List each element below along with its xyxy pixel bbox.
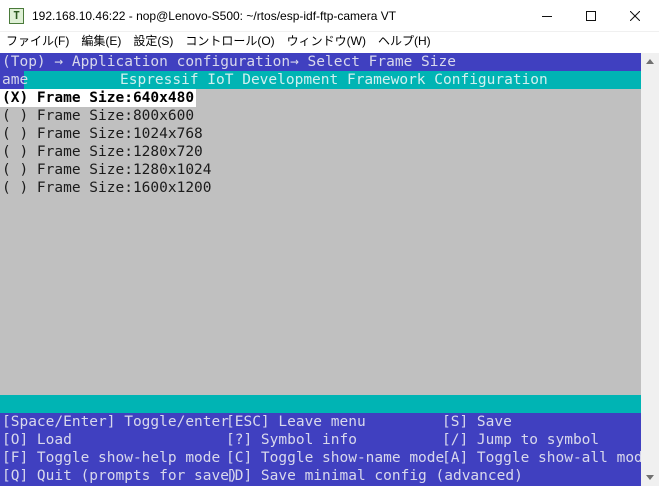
menu-control[interactable]: コントロール(O) [179,32,280,51]
help-save: [S] Save [442,414,512,430]
config-header: ame Espressif IoT Development Framework … [0,71,641,89]
scroll-down-button[interactable] [641,469,659,486]
vertical-scrollbar[interactable] [641,53,659,486]
close-icon [630,11,640,21]
menu-window[interactable]: ウィンドウ(W) [281,32,372,51]
help-toggle-enter: [Space/Enter] Toggle/enter [2,414,229,430]
config-title: Espressif IoT Development Framework Conf… [120,72,548,88]
help-jump-to-symbol: [/] Jump to symbol [442,432,600,448]
option-frame-size-1024x768[interactable]: ( ) Frame Size:1024x768 [0,125,203,143]
help-show-help-mode: [F] Toggle show-help mode [2,450,221,466]
help-show-all-mode: [A] Toggle show-all mode [442,450,641,466]
divider-bar [0,395,641,413]
terminal-screen[interactable]: (Top) → Application configuration→ Selec… [0,53,641,486]
terminal-app-icon[interactable]: T [9,8,24,24]
window-title: 192.168.10.46:22 - nop@Lenovo-S500: ~/rt… [32,9,397,23]
chevron-up-icon [646,59,654,64]
help-save-minimal: [D] Save minimal config (advanced) [226,468,523,484]
maximize-icon [586,11,596,21]
chevron-down-icon [646,475,654,480]
option-frame-size-1280x1024[interactable]: ( ) Frame Size:1280x1024 [0,161,212,179]
help-load: [O] Load [2,432,72,448]
help-symbol-info: [?] Symbol info [226,432,357,448]
scroll-up-button[interactable] [641,53,659,70]
minimize-icon [542,16,552,17]
option-frame-size-1600x1200[interactable]: ( ) Frame Size:1600x1200 [0,179,212,197]
help-panel: [Space/Enter] Toggle/enter [ESC] Leave m… [0,413,641,486]
help-leave-menu: [ESC] Leave menu [226,414,366,430]
option-frame-size-640x480[interactable]: (X) Frame Size:640x480 [0,89,197,107]
help-quit: [Q] Quit (prompts for save) [2,468,238,484]
help-show-name-mode: [C] Toggle show-name mode [226,450,445,466]
minimize-button[interactable] [525,0,569,32]
menu-edit[interactable]: 編集(E) [75,32,127,51]
menu-bar: ファイル(F) 編集(E) 設定(S) コントロール(O) ウィンドウ(W) ヘ… [0,32,659,51]
menu-help[interactable]: ヘルプ(H) [372,32,437,51]
close-button[interactable] [613,0,657,32]
scroll-track[interactable] [641,70,659,469]
option-frame-size-1280x720[interactable]: ( ) Frame Size:1280x720 [0,143,203,161]
menu-file[interactable]: ファイル(F) [0,32,75,51]
header-left-fragment: ame [0,71,29,89]
option-frame-size-800x600[interactable]: ( ) Frame Size:800x600 [0,107,194,125]
menu-settings[interactable]: 設定(S) [127,32,179,51]
breadcrumb: (Top) → Application configuration→ Selec… [0,53,641,71]
window-titlebar: T 192.168.10.46:22 - nop@Lenovo-S500: ~/… [0,0,659,32]
maximize-button[interactable] [569,0,613,32]
